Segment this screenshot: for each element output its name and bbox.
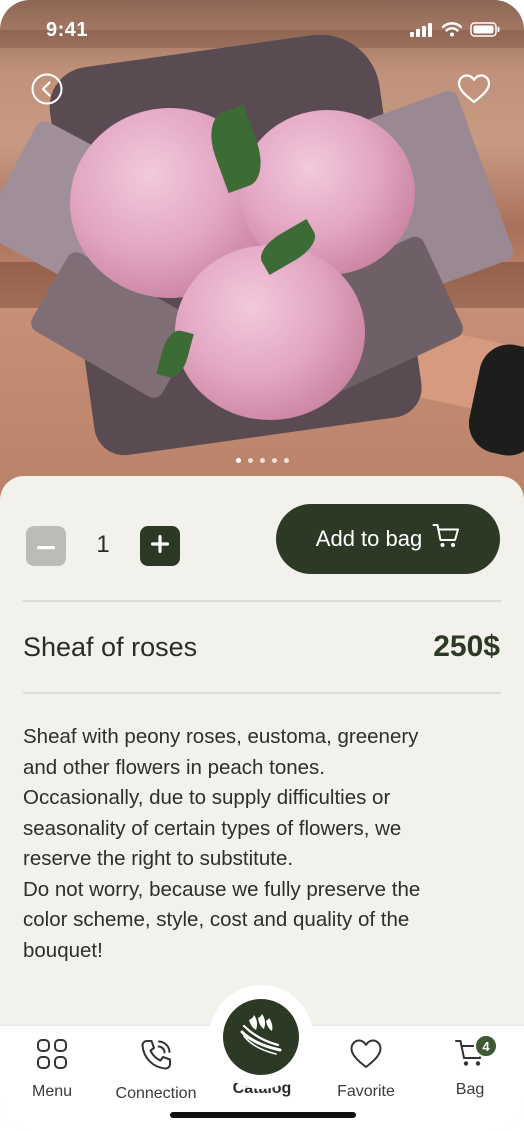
- back-button[interactable]: [29, 73, 65, 109]
- tab-label: Menu: [31, 1083, 73, 1100]
- quantity-value: 1: [96, 531, 110, 558]
- add-to-bag-label: Add to bag: [315, 526, 423, 551]
- status-bar: 9:41: [0, 0, 524, 56]
- cart-icon: [432, 523, 460, 555]
- add-to-bag-button[interactable]: Add to bag: [276, 504, 500, 574]
- tab-favorite[interactable]: Favorite: [314, 1038, 418, 1101]
- bouquet-icon: [236, 1012, 286, 1063]
- decrease-quantity-button[interactable]: [26, 526, 66, 566]
- plus-icon: [151, 534, 169, 558]
- heart-outline-icon: [457, 73, 491, 110]
- tab-label: Connection: [115, 1085, 197, 1102]
- home-indicator: [170, 1112, 356, 1118]
- wifi-icon: [441, 22, 463, 42]
- product-screen: 9:41 1 Add to bag Sheaf of roses 250$ Sh…: [0, 0, 524, 1131]
- product-price: 250$: [433, 630, 500, 663]
- bag-count-badge: 4: [474, 1034, 498, 1058]
- tab-bag[interactable]: 4 Bag: [418, 1034, 522, 1099]
- phone-icon: [139, 1038, 173, 1077]
- status-icons: [410, 22, 500, 42]
- product-description: Sheaf with peony roses, eustoma, greener…: [23, 725, 421, 962]
- divider: [23, 600, 501, 602]
- heart-icon: [349, 1038, 383, 1075]
- product-title: Sheaf of roses: [23, 632, 198, 662]
- signal-icon: [410, 22, 434, 42]
- chevron-left-circle-icon: [30, 72, 64, 111]
- carousel-indicator[interactable]: [0, 458, 524, 463]
- carousel-dot[interactable]: [247, 458, 253, 463]
- battery-icon: [470, 22, 500, 42]
- carousel-dot[interactable]: [235, 458, 241, 463]
- status-time: 9:41: [46, 19, 89, 41]
- product-photo: 9:41: [0, 0, 524, 510]
- minus-icon: [37, 537, 55, 555]
- tab-connection[interactable]: Connection: [104, 1038, 208, 1103]
- favorite-button[interactable]: [456, 73, 492, 109]
- carousel-dot[interactable]: [271, 458, 277, 463]
- carousel-dot[interactable]: [259, 458, 265, 463]
- grid-icon: [36, 1038, 68, 1075]
- tab-label: Favorite: [337, 1083, 395, 1100]
- carousel-dot[interactable]: [283, 458, 289, 463]
- divider: [23, 692, 501, 694]
- quantity-stepper: 1 Add to bag: [26, 504, 500, 574]
- increase-quantity-button[interactable]: [140, 526, 180, 566]
- tab-catalog[interactable]: [223, 999, 299, 1075]
- tab-menu[interactable]: Menu: [0, 1038, 104, 1101]
- tab-label: Bag: [455, 1081, 485, 1098]
